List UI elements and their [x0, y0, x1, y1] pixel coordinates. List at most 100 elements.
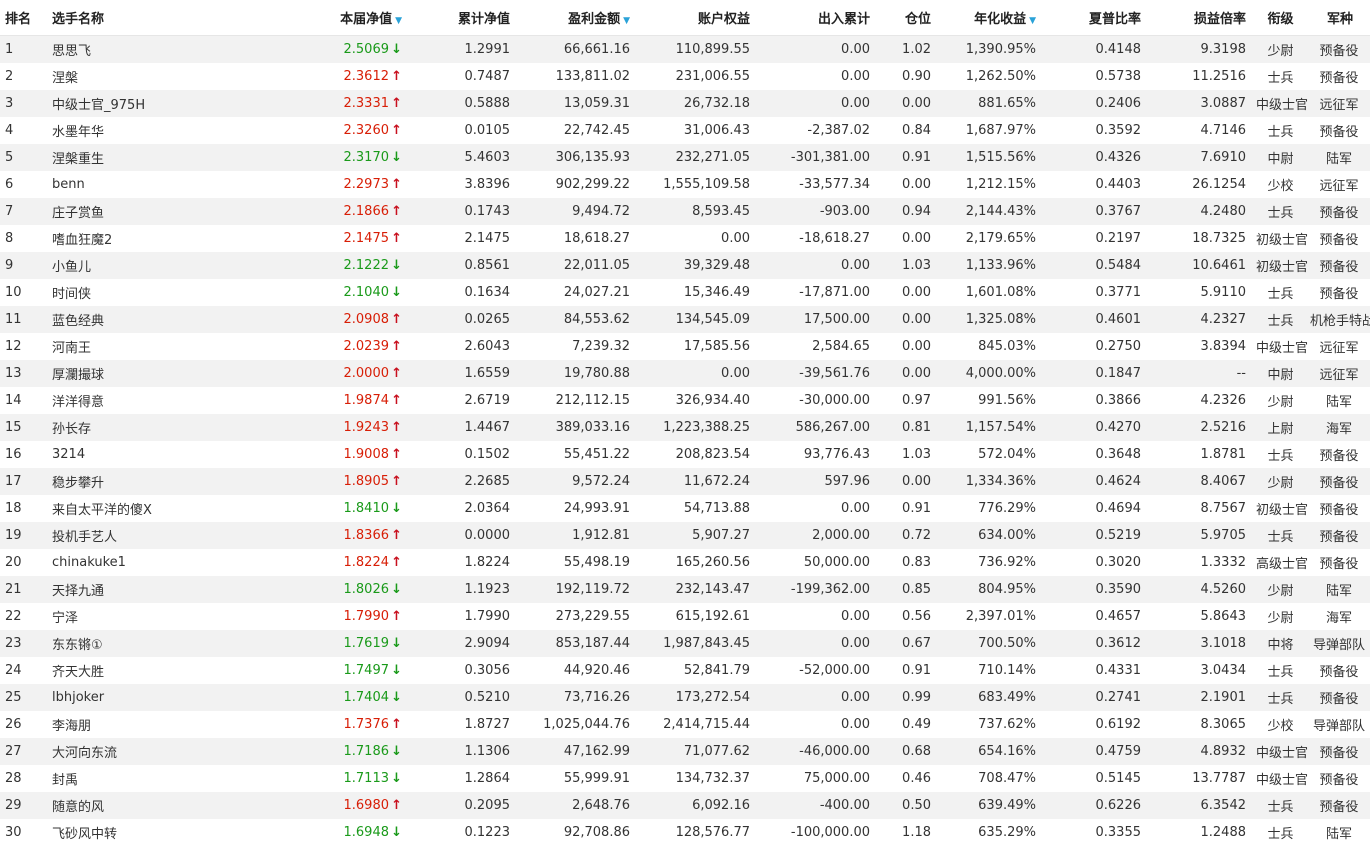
player-name[interactable]: 嗜血狂魔2	[38, 225, 250, 252]
table-row[interactable]: 27大河向东流1.7186↓1.130647,162.9971,077.62-4…	[0, 738, 1370, 765]
table-row[interactable]: 9小鱼儿2.1222↓0.856122,011.0539,329.480.001…	[0, 252, 1370, 279]
cell-flows: -100,000.00	[755, 819, 875, 846]
table-row[interactable]: 15孙长存1.9243↑1.4467389,033.161,223,388.25…	[0, 414, 1370, 441]
player-name[interactable]: 厚瀾撮球	[38, 360, 250, 387]
table-row[interactable]: 21天择九通1.8026↓1.1923192,119.72232,143.47-…	[0, 576, 1370, 603]
cell-sharpe: 0.4657	[1041, 603, 1146, 630]
cell-annual-return: 1,515.56%	[936, 144, 1041, 171]
table-row[interactable]: 11蓝色经典2.0908↑0.026584,553.62134,545.0917…	[0, 306, 1370, 333]
player-name[interactable]: 中级士官_975H	[38, 90, 250, 117]
player-name[interactable]: 蓝色经典	[38, 306, 250, 333]
cell-annual-return: 700.50%	[936, 630, 1041, 657]
table-row[interactable]: 8嗜血狂魔22.1475↑2.147518,618.270.00-18,618.…	[0, 225, 1370, 252]
player-name[interactable]: 3214	[38, 441, 250, 468]
cell-army: 陆军	[1310, 387, 1370, 414]
table-row[interactable]: 25lbhjoker1.7404↓0.521073,716.26173,272.…	[0, 684, 1370, 711]
player-name[interactable]: 涅槃重生	[38, 144, 250, 171]
header-flows[interactable]: 出入累计	[755, 0, 875, 36]
player-name[interactable]: lbhjoker	[38, 684, 250, 711]
header-military-rank[interactable]: 衔级	[1251, 0, 1310, 36]
table-row[interactable]: 17稳步攀升1.8905↑2.26859,572.2411,672.24597.…	[0, 468, 1370, 495]
header-name[interactable]: 选手名称	[38, 0, 250, 36]
player-name[interactable]: 孙长存	[38, 414, 250, 441]
table-row[interactable]: 13厚瀾撮球2.0000↑1.655919,780.880.00-39,561.…	[0, 360, 1370, 387]
player-name[interactable]: 涅槃	[38, 63, 250, 90]
table-row[interactable]: 18来自太平洋的傻X1.8410↓2.036424,993.9154,713.8…	[0, 495, 1370, 522]
player-name[interactable]: 小鱼儿	[38, 252, 250, 279]
header-pl-ratio[interactable]: 损益倍率	[1146, 0, 1251, 36]
table-row[interactable]: 30飞砂风中转1.6948↓0.122392,708.86128,576.77-…	[0, 819, 1370, 846]
player-name[interactable]: 大河向东流	[38, 738, 250, 765]
table-row[interactable]: 29随意的风1.6980↑0.20952,648.766,092.16-400.…	[0, 792, 1370, 819]
player-name[interactable]: 投机手艺人	[38, 522, 250, 549]
cell-profit: 24,993.91	[515, 495, 635, 522]
header-position[interactable]: 仓位	[875, 0, 936, 36]
cell-rank: 30	[0, 819, 38, 846]
cell-army: 远征军	[1310, 90, 1370, 117]
cell-annual-return: 1,325.08%	[936, 306, 1041, 333]
cell-profit: 273,229.55	[515, 603, 635, 630]
cell-rank: 27	[0, 738, 38, 765]
player-name[interactable]: 齐天大胜	[38, 657, 250, 684]
player-name[interactable]: 宁泽	[38, 603, 250, 630]
table-row[interactable]: 6benn2.2973↑3.8396902,299.221,555,109.58…	[0, 171, 1370, 198]
cell-military-rank: 士兵	[1251, 684, 1310, 711]
table-row[interactable]: 14洋洋得意1.9874↑2.6719212,112.15326,934.40-…	[0, 387, 1370, 414]
header-annual-return[interactable]: 年化收益▼	[936, 0, 1041, 36]
cell-flows: -39,561.76	[755, 360, 875, 387]
cell-sharpe: 0.4759	[1041, 738, 1146, 765]
sort-down-icon[interactable]: ▼	[395, 16, 402, 26]
header-current-nav[interactable]: 本届净值▼	[250, 0, 407, 36]
table-row[interactable]: 1632141.9008↑0.150255,451.22208,823.5493…	[0, 441, 1370, 468]
player-name[interactable]: 来自太平洋的傻X	[38, 495, 250, 522]
table-row[interactable]: 3中级士官_975H2.3331↑0.588813,059.3126,732.1…	[0, 90, 1370, 117]
header-profit[interactable]: 盈利金额▼	[515, 0, 635, 36]
cell-profit: 19,780.88	[515, 360, 635, 387]
cell-flows: 0.00	[755, 684, 875, 711]
player-name[interactable]: 李海朋	[38, 711, 250, 738]
table-row[interactable]: 23东东锵①1.7619↓2.9094853,187.441,987,843.4…	[0, 630, 1370, 657]
player-name[interactable]: 天择九通	[38, 576, 250, 603]
cell-pl-ratio: 4.2327	[1146, 306, 1251, 333]
player-name[interactable]: 思思飞	[38, 36, 250, 64]
table-row[interactable]: 28封禹1.7113↓1.286455,999.91134,732.3775,0…	[0, 765, 1370, 792]
cell-equity: 26,732.18	[635, 90, 755, 117]
player-name[interactable]: 飞砂风中转	[38, 819, 250, 846]
cell-annual-return: 1,687.97%	[936, 117, 1041, 144]
table-row[interactable]: 19投机手艺人1.8366↑0.00001,912.815,907.272,00…	[0, 522, 1370, 549]
header-cumulative-nav[interactable]: 累计净值	[407, 0, 515, 36]
cell-annual-return: 710.14%	[936, 657, 1041, 684]
header-sharpe[interactable]: 夏普比率	[1041, 0, 1146, 36]
table-row[interactable]: 4水墨年华2.3260↑0.010522,742.4531,006.43-2,3…	[0, 117, 1370, 144]
table-row[interactable]: 20chinakuke11.8224↑1.822455,498.19165,26…	[0, 549, 1370, 576]
sort-down-icon[interactable]: ▼	[1029, 16, 1036, 26]
table-row[interactable]: 22宁泽1.7990↑1.7990273,229.55615,192.610.0…	[0, 603, 1370, 630]
table-row[interactable]: 2涅槃2.3612↑0.7487133,811.02231,006.550.00…	[0, 63, 1370, 90]
nav-value: 1.6948	[344, 825, 390, 840]
table-row[interactable]: 26李海朋1.7376↑1.87271,025,044.762,414,715.…	[0, 711, 1370, 738]
header-equity[interactable]: 账户权益	[635, 0, 755, 36]
header-army[interactable]: 军种	[1310, 0, 1370, 36]
player-name[interactable]: 东东锵①	[38, 630, 250, 657]
table-row[interactable]: 5涅槃重生2.3170↓5.4603306,135.93232,271.05-3…	[0, 144, 1370, 171]
player-name[interactable]: 庄子赏鱼	[38, 198, 250, 225]
nav-value: 1.7497	[344, 663, 390, 678]
table-row[interactable]: 7庄子赏鱼2.1866↑0.17439,494.728,593.45-903.0…	[0, 198, 1370, 225]
table-row[interactable]: 10时间侠2.1040↓0.163424,027.2115,346.49-17,…	[0, 279, 1370, 306]
cell-rank: 17	[0, 468, 38, 495]
header-rank[interactable]: 排名	[0, 0, 38, 36]
player-name[interactable]: 时间侠	[38, 279, 250, 306]
player-name[interactable]: chinakuke1	[38, 549, 250, 576]
table-row[interactable]: 12河南王2.0239↑2.60437,239.3217,585.562,584…	[0, 333, 1370, 360]
player-name[interactable]: 洋洋得意	[38, 387, 250, 414]
cell-rank: 19	[0, 522, 38, 549]
player-name[interactable]: 随意的风	[38, 792, 250, 819]
player-name[interactable]: benn	[38, 171, 250, 198]
player-name[interactable]: 河南王	[38, 333, 250, 360]
player-name[interactable]: 封禹	[38, 765, 250, 792]
sort-down-icon[interactable]: ▼	[623, 16, 630, 26]
player-name[interactable]: 稳步攀升	[38, 468, 250, 495]
table-row[interactable]: 1思思飞2.5069↓1.299166,661.16110,899.550.00…	[0, 36, 1370, 64]
player-name[interactable]: 水墨年华	[38, 117, 250, 144]
table-row[interactable]: 24齐天大胜1.7497↓0.305644,920.4652,841.79-52…	[0, 657, 1370, 684]
